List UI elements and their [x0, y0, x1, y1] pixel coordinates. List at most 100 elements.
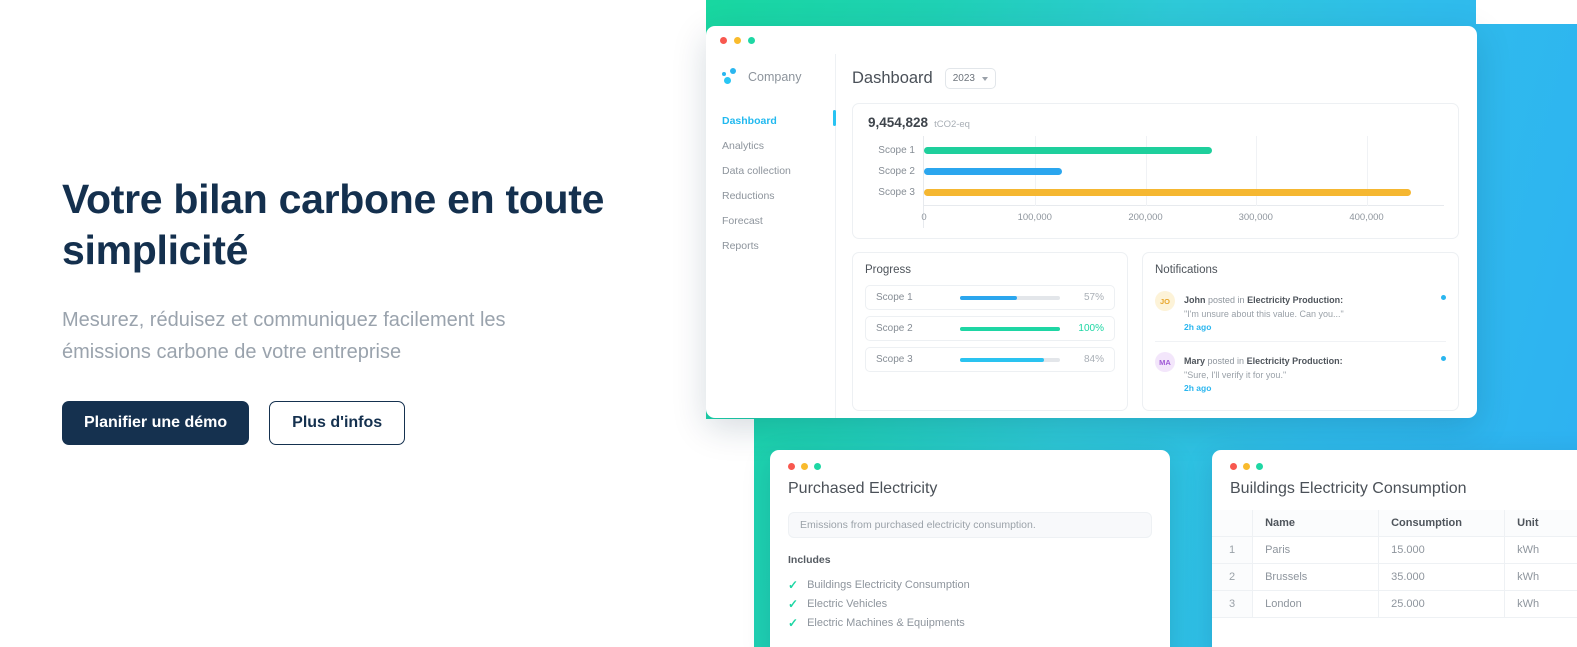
minimize-icon[interactable] — [801, 463, 808, 470]
cell-name: Paris — [1252, 536, 1380, 564]
unread-indicator-icon — [1441, 295, 1446, 300]
progress-row: Scope 3 84% — [865, 347, 1115, 372]
list-item: ✓ Electric Vehicles — [788, 594, 1170, 613]
cell-consumption: 25.000 — [1378, 590, 1506, 618]
column-header-index — [1212, 510, 1254, 537]
card-titlebar — [1212, 450, 1577, 478]
minimize-icon[interactable] — [734, 36, 741, 44]
chart-x-tick: 400,000 — [1349, 212, 1384, 223]
check-icon: ✓ — [788, 615, 799, 630]
progress-fill — [960, 295, 1017, 300]
hero-section: Votre bilan carbone en toute simplicité … — [62, 174, 662, 445]
notification-action: posted in — [1207, 356, 1245, 366]
progress-label: Scope 3 — [876, 354, 913, 365]
table-header-row: Name Consumption Unit — [1212, 510, 1577, 537]
sidebar-item-dashboard[interactable]: Dashboard — [706, 108, 836, 133]
buildings-consumption-table: Name Consumption Unit 1 Paris 15.000 kWh… — [1212, 510, 1577, 618]
list-item-label: Electric Machines & Equipments — [807, 616, 965, 629]
check-icon: ✓ — [788, 596, 799, 611]
cell-index: 1 — [1212, 536, 1254, 564]
chart-x-ticks: 0 100,000 200,000 300,000 400,000 — [921, 210, 1444, 226]
close-icon[interactable] — [788, 463, 795, 470]
minimize-icon[interactable] — [1243, 463, 1250, 470]
progress-row: Scope 1 57% — [865, 285, 1115, 310]
cell-unit: kWh — [1504, 590, 1577, 618]
chart-x-tick: 100,000 — [1017, 212, 1052, 223]
brand-label: Company — [748, 70, 802, 84]
cell-consumption: 35.000 — [1378, 563, 1506, 591]
notification-item[interactable]: JO John posted in Electricity Production… — [1155, 285, 1446, 339]
emissions-bar-chart: Scope 1 Scope 2 Scope 3 0 100,000 200,00… — [865, 136, 1444, 228]
year-select[interactable]: 2023 — [944, 68, 996, 89]
notification-time: 2h ago — [1184, 383, 1212, 393]
backdrop-notch-mid-left — [706, 419, 754, 647]
buildings-consumption-title: Buildings Electricity Consumption — [1230, 480, 1467, 497]
notifications-card: Notifications JO John posted in Electric… — [1142, 252, 1459, 411]
chart-plot-area: 0 100,000 200,000 300,000 400,000 — [921, 136, 1444, 228]
progress-percent: 84% — [1083, 354, 1104, 365]
cell-unit: kWh — [1504, 536, 1577, 564]
chart-x-tick: 0 — [921, 212, 927, 223]
maximize-icon[interactable] — [814, 463, 821, 470]
chart-y-label: Scope 1 — [878, 145, 915, 156]
cell-index: 2 — [1212, 563, 1254, 591]
avatar: JO — [1155, 291, 1175, 311]
schedule-demo-button[interactable]: Planifier une démo — [62, 401, 250, 445]
column-header-consumption: Consumption — [1378, 510, 1506, 537]
content-header: Dashboard 2023 — [852, 68, 1459, 89]
chevron-down-icon — [981, 76, 988, 81]
progress-fill — [960, 326, 1060, 331]
column-header-name: Name — [1252, 510, 1380, 537]
notification-headline: Mary posted in Electricity Production: — [1184, 356, 1343, 366]
hero-cta-group: Planifier une démo Plus d'infos — [62, 401, 662, 445]
includes-list: ✓ Buildings Electricity Consumption ✓ El… — [788, 575, 1170, 632]
close-icon[interactable] — [1230, 463, 1237, 470]
chart-bar-scope-1 — [924, 147, 1212, 154]
list-item: ✓ Buildings Electricity Consumption — [788, 575, 1170, 594]
sidebar-item-reductions[interactable]: Reductions — [706, 183, 835, 208]
chart-bar-scope-3 — [924, 189, 1411, 196]
notification-author: Mary — [1184, 356, 1206, 366]
dashboard-bottom-row: Progress Scope 1 57% Scope 2 100% Scope … — [852, 252, 1459, 411]
sidebar: Company Dashboard Analytics Data collect… — [706, 54, 836, 418]
progress-card-title: Progress — [865, 264, 912, 276]
sidebar-item-reports[interactable]: Reports — [706, 233, 835, 258]
table-row[interactable]: 2 Brussels 35.000 kWh — [1212, 563, 1577, 591]
table-row[interactable]: 3 London 25.000 kWh — [1212, 590, 1577, 618]
sidebar-item-analytics[interactable]: Analytics — [706, 133, 835, 158]
notification-item[interactable]: MA Mary posted in Electricity Production… — [1155, 341, 1446, 400]
emissions-total-value: 9,454,828 — [868, 115, 929, 130]
progress-fill — [960, 357, 1044, 362]
progress-label: Scope 2 — [876, 323, 913, 334]
close-icon[interactable] — [720, 36, 727, 44]
list-item-label: Electric Vehicles — [807, 597, 888, 610]
sidebar-item-data-collection[interactable]: Data collection — [706, 158, 835, 183]
table-row[interactable]: 1 Paris 15.000 kWh — [1212, 536, 1577, 564]
chart-y-labels: Scope 1 Scope 2 Scope 3 — [865, 136, 923, 228]
cell-name: London — [1252, 590, 1380, 618]
notification-quote: "Sure, I'll verify it for you." — [1184, 370, 1287, 380]
notification-headline: John posted in Electricity Production: — [1184, 295, 1343, 305]
progress-percent: 100% — [1078, 323, 1104, 334]
notification-quote: "I'm unsure about this value. Can you...… — [1184, 309, 1344, 319]
includes-label: Includes — [788, 554, 831, 566]
column-header-unit: Unit — [1504, 510, 1577, 537]
progress-percent: 57% — [1083, 292, 1104, 303]
maximize-icon[interactable] — [1256, 463, 1263, 470]
page-title: Votre bilan carbone en toute simplicité — [62, 176, 605, 273]
purchased-electricity-card: Purchased Electricity Emissions from pur… — [770, 450, 1170, 647]
chart-x-tick: 200,000 — [1128, 212, 1163, 223]
cell-index: 3 — [1212, 590, 1254, 618]
sidebar-item-forecast[interactable]: Forecast — [706, 208, 835, 233]
chart-bars — [924, 140, 1444, 203]
purchased-electricity-description: Emissions from purchased electricity con… — [788, 512, 1152, 538]
company-logo-icon — [722, 68, 740, 86]
check-icon: ✓ — [788, 577, 799, 592]
dashboard-content: Dashboard 2023 9,454,828 tCO2-eq Scope 1 — [836, 54, 1477, 418]
dashboard-title: Dashboard — [852, 69, 933, 87]
chart-bar-scope-2 — [924, 168, 1063, 175]
maximize-icon[interactable] — [748, 36, 755, 44]
more-info-button[interactable]: Plus d'infos — [269, 401, 406, 445]
page-root: Votre bilan carbone en toute simplicité … — [0, 0, 1577, 647]
dashboard-window: Company Dashboard Analytics Data collect… — [706, 26, 1477, 418]
